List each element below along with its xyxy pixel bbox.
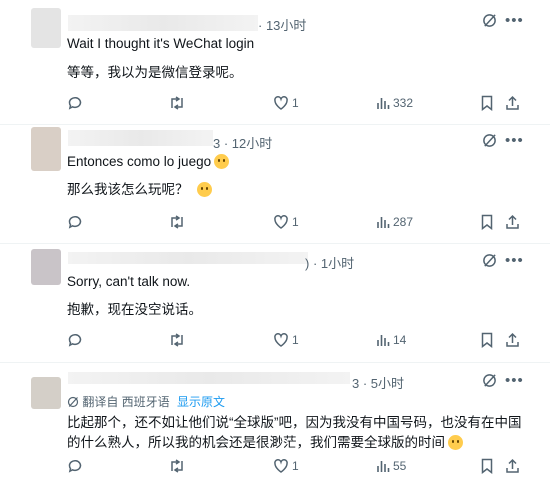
retweet-button[interactable]	[168, 332, 186, 348]
grok-icon[interactable]	[482, 13, 497, 32]
grok-icon[interactable]	[482, 253, 497, 272]
reply-button[interactable]	[67, 332, 83, 348]
tweet-text-line: 抱歉，现在没空说话。	[67, 302, 202, 317]
author-name-obscured[interactable]	[68, 130, 213, 146]
bookmark-icon	[481, 458, 493, 474]
bookmark-button[interactable]	[480, 95, 494, 111]
reply-feed: · 13小时 ••• Wait I thought it's WeChat lo…	[0, 0, 550, 489]
bookmark-button[interactable]	[480, 332, 494, 348]
translation-bar: 翻译自 西班牙语 显示原文	[67, 393, 225, 410]
retweet-icon	[171, 333, 183, 347]
tweet-text-line: 那么我该怎么玩呢？	[67, 178, 212, 198]
like-button[interactable]: 1	[273, 332, 299, 348]
reply-icon	[68, 216, 82, 229]
divider	[0, 243, 550, 244]
author-name-obscured[interactable]	[68, 252, 308, 264]
retweet-button[interactable]	[168, 458, 186, 474]
more-icon[interactable]: •••	[505, 132, 524, 149]
avatar[interactable]	[31, 127, 61, 171]
views-chart-icon	[377, 461, 390, 472]
grok-icon[interactable]	[482, 133, 497, 152]
tweet-text-line: Sorry, can't talk now.	[67, 274, 191, 289]
share-icon	[506, 332, 519, 347]
reply-button[interactable]	[67, 458, 83, 474]
more-icon[interactable]: •••	[505, 372, 524, 389]
grok-icon[interactable]	[482, 373, 497, 392]
like-count: 1	[292, 96, 299, 110]
bookmark-icon	[481, 332, 493, 348]
author-name-obscured[interactable]	[68, 372, 350, 384]
heart-icon	[274, 333, 288, 347]
more-icon[interactable]: •••	[505, 252, 524, 269]
smile-emoji-icon	[214, 154, 230, 169]
like-count: 1	[292, 215, 299, 229]
more-icon[interactable]: •••	[505, 12, 524, 29]
author-name-obscured[interactable]	[68, 15, 258, 31]
bookmark-button[interactable]	[480, 458, 494, 474]
heart-icon	[274, 96, 288, 110]
views-count: 55	[393, 459, 407, 473]
views-count: 287	[393, 215, 414, 229]
reply-icon	[68, 460, 82, 473]
like-count: 1	[292, 333, 299, 347]
bookmark-icon	[481, 95, 493, 111]
avatar[interactable]	[31, 8, 61, 48]
views-button[interactable]: 14	[376, 332, 406, 348]
tweet-time[interactable]: ) · 1小时	[305, 253, 354, 272]
tweet-time[interactable]: 3 · 5小时	[352, 373, 404, 392]
heart-icon	[274, 215, 288, 229]
share-button[interactable]	[505, 458, 520, 474]
tweet-text-line: 比起那个，还不如让他们说“全球版”吧，因为我没有中国号码，也没有在中国	[67, 415, 522, 430]
retweet-icon	[171, 96, 183, 110]
like-button[interactable]: 1	[273, 214, 299, 230]
show-original-link[interactable]: 显示原文	[177, 395, 225, 409]
reply-icon	[68, 334, 82, 347]
tweet-text-line: 等等，我以为是微信登录呢。	[67, 65, 243, 80]
views-button[interactable]: 332	[376, 95, 413, 111]
retweet-icon	[171, 459, 183, 473]
like-count: 1	[292, 459, 299, 473]
views-count: 332	[393, 96, 414, 110]
translation-note: 翻译自 西班牙语	[82, 395, 170, 409]
views-chart-icon	[377, 335, 390, 346]
share-icon	[506, 214, 519, 229]
views-chart-icon	[377, 217, 390, 228]
share-icon	[506, 95, 519, 110]
views-button[interactable]: 55	[376, 458, 406, 474]
reply-button[interactable]	[67, 95, 83, 111]
retweet-icon	[171, 215, 183, 229]
like-button[interactable]: 1	[273, 95, 299, 111]
reply-button[interactable]	[67, 214, 83, 230]
share-button[interactable]	[505, 214, 520, 230]
smile-emoji-icon	[448, 435, 463, 450]
bookmark-button[interactable]	[480, 214, 494, 230]
tweet-text-line: 的什么熟人，所以我的机会还是很渺茫，我们需要全球版的时间	[67, 431, 463, 451]
avatar[interactable]	[31, 249, 61, 285]
retweet-button[interactable]	[168, 214, 186, 230]
share-button[interactable]	[505, 332, 520, 348]
avatar[interactable]	[31, 377, 61, 409]
views-chart-icon	[377, 98, 390, 109]
bookmark-icon	[481, 214, 493, 230]
tweet-time[interactable]: 3 · 12小时	[213, 133, 272, 152]
views-button[interactable]: 287	[376, 214, 413, 230]
translate-icon	[67, 396, 79, 408]
smile-emoji-icon	[196, 182, 212, 197]
tweet-time[interactable]: · 13小时	[258, 15, 306, 34]
views-count: 14	[393, 333, 407, 347]
share-icon	[506, 458, 519, 473]
tweet-text-line: Entonces como lo juego	[67, 154, 230, 169]
divider	[0, 124, 550, 125]
reply-icon	[68, 97, 82, 110]
tweet-text-line: Wait I thought it's WeChat login	[67, 36, 255, 51]
divider	[0, 362, 550, 363]
like-button[interactable]: 1	[273, 458, 299, 474]
heart-icon	[274, 459, 288, 473]
share-button[interactable]	[505, 95, 520, 111]
retweet-button[interactable]	[168, 95, 186, 111]
